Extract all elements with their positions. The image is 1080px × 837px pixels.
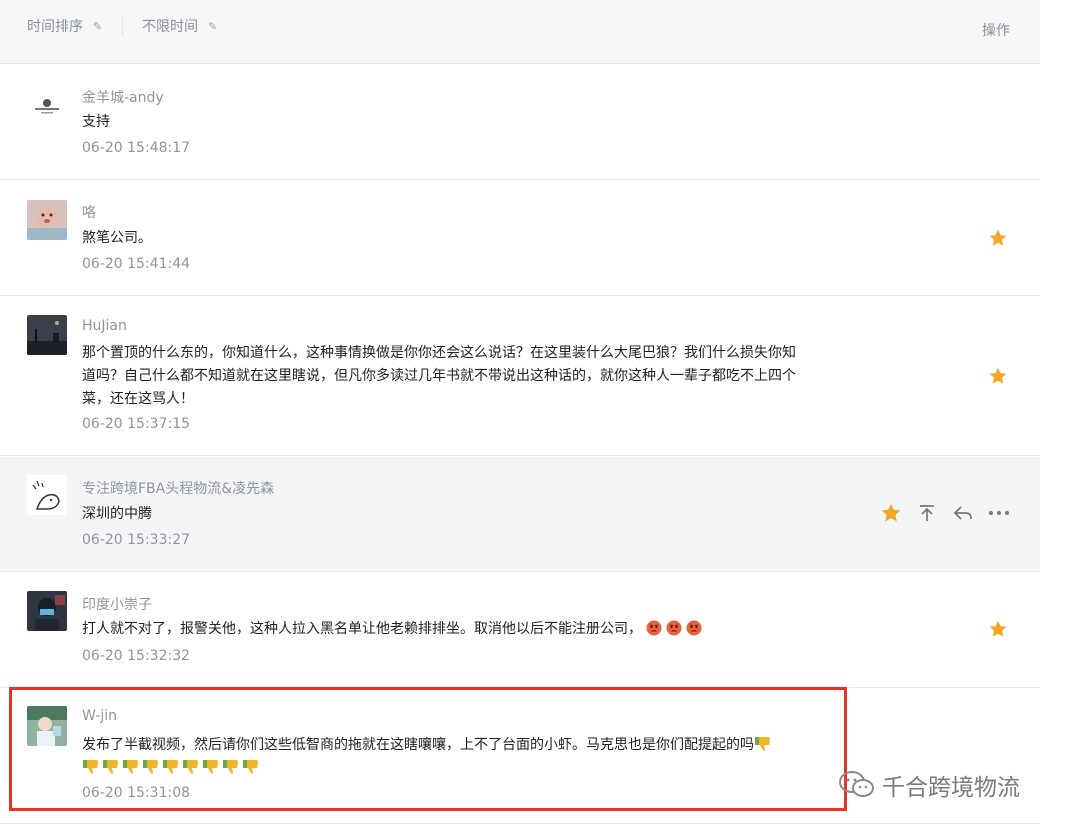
comment-time: 06-20 15:48:17 [82,140,191,156]
pin-to-top-icon[interactable] [916,502,938,524]
avatar[interactable] [27,475,67,515]
commenter-name[interactable]: HuJian [82,318,127,334]
thumbs-down-icon [223,760,238,774]
thumbs-down-icon [83,760,98,774]
comment-text: 煞笔公司。 [82,230,152,246]
avatar[interactable] [27,85,67,125]
thumbs-down-icon [103,760,118,774]
comment-text: 那个置顶的什么东的，你知道什么，这种事情换做是你你还会这么说话？在这里装什么大尾… [82,345,796,407]
comment-text-body: 打人就不对了，报警关他，这种人拉入黑名单让他老赖排排坐。取消他以后不能注册公司， [82,621,642,637]
angry-face-icon [646,620,662,636]
wechat-logo-icon [839,771,874,797]
list-header: 时间排序 ✎ 不限时间 ✎ 操作 [0,0,1040,64]
wechat-watermark: 千合跨境物流 [838,768,1020,802]
comment-text-body: 发布了半截视频，然后请你们这些低智商的拖就在这瞎嚷嚷，上不了台面的小虾。马克思也… [82,737,754,753]
thumbs-down-icon [143,760,158,774]
comments-panel: 时间排序 ✎ 不限时间 ✎ 操作 金羊城-andy 支持 06-20 15:48… [0,0,1040,837]
comment-time: 06-20 15:32:32 [82,648,191,664]
featured-star-icon[interactable] [988,366,1008,386]
featured-star-icon[interactable] [880,502,902,524]
comment-row: HuJian 那个置顶的什么东的，你知道什么，这种事情换做是你你还会这么说话？在… [0,297,1040,456]
angry-face-icon [666,620,682,636]
comment-text: 支持 [82,114,110,130]
comment-text: 深圳的中腾 [82,506,152,522]
watermark-text: 千合跨境物流 [882,775,1020,801]
thumbs-down-icon [163,760,178,774]
comment-time: 06-20 15:41:44 [82,256,191,272]
comment-row: 专注跨境FBA头程物流&凌先森 深圳的中腾 06-20 15:33:27 [0,457,1040,572]
featured-star-icon[interactable] [988,619,1008,639]
comment-row: 咯 煞笔公司。 06-20 15:41:44 [0,181,1040,296]
comment-actions [880,502,1010,524]
time-range-label: 不限时间 [142,19,198,35]
comment-time: 06-20 15:33:27 [82,532,191,548]
thumbs-down-icon [243,760,258,774]
commenter-name[interactable]: 金羊城-andy [82,87,164,107]
thumbs-down-icon [123,760,138,774]
avatar[interactable] [27,315,67,355]
thumbs-down-icon [183,760,198,774]
reply-icon[interactable] [952,502,974,524]
edit-pencil-icon: ✎ [208,19,218,33]
featured-star-icon[interactable] [988,228,1008,248]
right-gutter [1040,0,1080,837]
comment-row: W-jin 发布了半截视频，然后请你们这些低智商的拖就在这瞎嚷嚷，上不了台面的小… [0,689,1040,824]
angry-face-icon [686,620,702,636]
more-options-icon[interactable] [988,502,1010,524]
comment-row: 印度小崇子 打人就不对了，报警关他，这种人拉入黑名单让他老赖排排坐。取消他以后不… [0,573,1040,688]
commenter-name[interactable]: 印度小崇子 [82,594,152,614]
avatar[interactable] [27,591,67,631]
time-range-filter[interactable]: 不限时间 ✎ [142,16,217,36]
thumbs-down-icon [203,760,218,774]
edit-pencil-icon: ✎ [93,19,103,33]
sort-filter[interactable]: 时间排序 ✎ [27,16,102,36]
comment-time: 06-20 15:31:08 [82,785,191,801]
commenter-name[interactable]: 咯 [82,202,96,222]
operations-column-label: 操作 [982,23,1010,39]
comment-text: 打人就不对了，报警关他，这种人拉入黑名单让他老赖排排坐。取消他以后不能注册公司， [82,618,802,641]
thumbs-down-icon [755,737,770,751]
comment-row: 金羊城-andy 支持 06-20 15:48:17 [0,65,1040,180]
header-divider [122,16,123,36]
sort-label: 时间排序 [27,19,83,35]
avatar[interactable] [27,200,67,240]
commenter-name[interactable]: W-jin [82,708,117,724]
avatar[interactable] [27,706,67,746]
commenter-name[interactable]: 专注跨境FBA头程物流&凌先森 [82,478,274,498]
thumbs-down-emoji-row [82,760,262,776]
comment-time: 06-20 15:37:15 [82,416,191,432]
comment-text: 发布了半截视频，然后请你们这些低智商的拖就在这瞎嚷嚷，上不了台面的小虾。马克思也… [82,734,822,780]
